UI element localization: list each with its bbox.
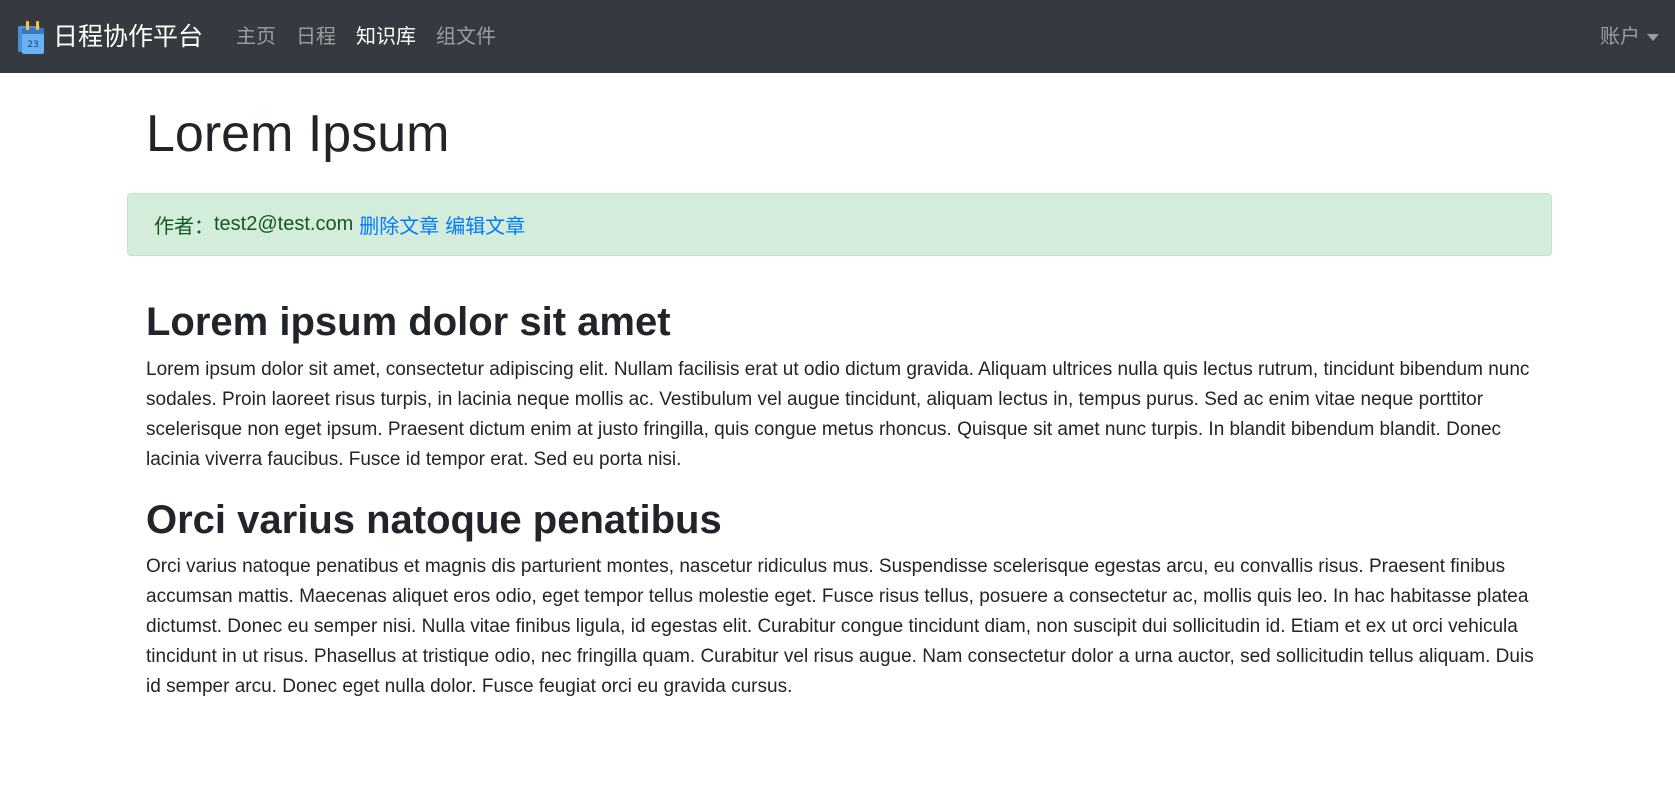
- section-paragraph: Orci varius natoque penatibus et magnis …: [146, 556, 1534, 697]
- author-email: test2@test.com: [214, 213, 354, 235]
- section-heading: Lorem ipsum dolor sit amet: [146, 300, 671, 344]
- edit-article-link[interactable]: 编辑文章: [445, 210, 525, 239]
- svg-text:23: 23: [27, 40, 38, 50]
- caret-down-icon: [1647, 33, 1659, 41]
- calendar-logo-icon: 23: [18, 21, 44, 54]
- nav-link-home[interactable]: 主页: [236, 22, 276, 52]
- section-heading: Orci varius natoque penatibus: [146, 498, 722, 542]
- nav-link-schedule[interactable]: 日程: [296, 22, 336, 52]
- brand-title: 日程协作平台: [53, 23, 204, 51]
- brand-link[interactable]: 23 日程协作平台: [16, 18, 203, 56]
- delete-article-link[interactable]: 删除文章: [359, 210, 439, 239]
- nav-link-group-files[interactable]: 组文件: [436, 22, 496, 52]
- article-meta-alert: 作者： test2@test.com 删除文章 编辑文章: [127, 193, 1552, 256]
- top-navbar: 23 日程协作平台 主页 日程 知识库 组文件 账户: [0, 0, 1675, 73]
- main-nav: 主页 日程 知识库 组文件: [236, 22, 516, 52]
- page-title: Lorem Ipsum: [146, 105, 450, 163]
- author-label: 作者：: [154, 216, 214, 238]
- section-paragraph: Lorem ipsum dolor sit amet, consectetur …: [146, 359, 1530, 470]
- account-label: 账户: [1600, 26, 1640, 48]
- nav-link-knowledge-base[interactable]: 知识库: [356, 22, 416, 52]
- account-dropdown[interactable]: 账户: [1600, 22, 1659, 52]
